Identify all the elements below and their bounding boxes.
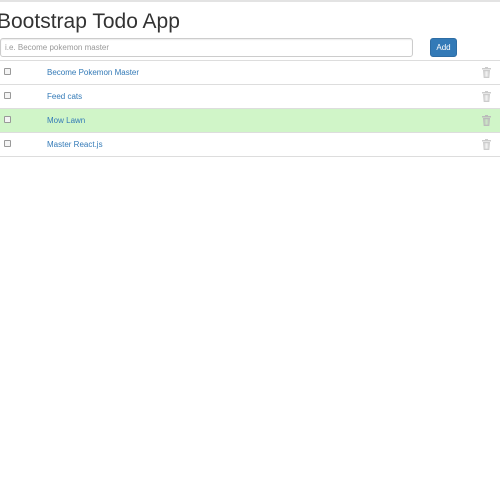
todo-row: Master React.js xyxy=(0,133,500,157)
todo-checkbox[interactable] xyxy=(4,116,11,123)
trash-icon[interactable] xyxy=(482,91,491,102)
trash-icon[interactable] xyxy=(482,139,491,150)
todo-checkbox[interactable] xyxy=(4,140,11,147)
todo-link[interactable]: Master React.js xyxy=(47,139,103,150)
page-title: Bootstrap Todo App xyxy=(0,10,180,33)
todo-checkbox[interactable] xyxy=(4,92,11,99)
todo-row: Become Pokemon Master xyxy=(0,61,500,85)
todo-row: Mow Lawn xyxy=(0,109,500,133)
todo-checkbox[interactable] xyxy=(4,68,11,75)
new-todo-input[interactable] xyxy=(0,38,413,57)
todo-link[interactable]: Become Pokemon Master xyxy=(47,67,139,78)
trash-icon[interactable] xyxy=(482,115,491,126)
app-page: Bootstrap Todo App Add Become Pokemon Ma… xyxy=(0,0,500,500)
todo-row: Feed cats xyxy=(0,85,500,109)
top-divider xyxy=(0,0,500,2)
todo-link[interactable]: Mow Lawn xyxy=(47,115,85,126)
todo-link[interactable]: Feed cats xyxy=(47,91,82,102)
trash-icon[interactable] xyxy=(482,67,491,78)
add-button[interactable]: Add xyxy=(430,38,457,57)
todo-list: Become Pokemon Master Feed cats Mow Lawn… xyxy=(0,60,500,157)
